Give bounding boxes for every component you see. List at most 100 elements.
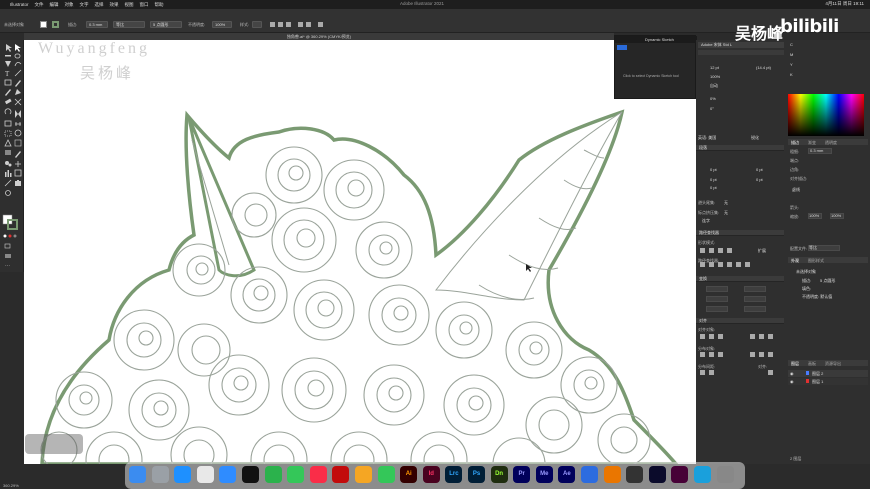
qq-icon[interactable] [242, 466, 259, 483]
lrc-icon[interactable]: Lrc [445, 466, 463, 483]
appearance-panel-tabs[interactable]: 外观 图形样式 [788, 257, 868, 263]
layer-visibility-icon[interactable]: ◉ [790, 379, 794, 384]
layer-row[interactable]: ◉ 图层 1 [788, 378, 868, 385]
menu-object[interactable]: 对象 [65, 2, 74, 8]
menu-edit[interactable]: 编辑 [50, 2, 59, 8]
appearance-opacity-row[interactable]: 不透明度: 默认值 [802, 294, 832, 300]
baseline-field[interactable]: 0% [710, 96, 716, 101]
transform-angle-field[interactable] [706, 306, 728, 312]
blender-icon[interactable] [603, 466, 621, 483]
music-icon[interactable] [309, 466, 327, 483]
hyphenate-checkbox[interactable]: 连字 [702, 218, 710, 224]
transform-panel-header[interactable]: 变换 [696, 276, 784, 282]
tab-gradient[interactable]: 渐变 [808, 140, 816, 146]
paragraph-panel-header[interactable]: 段落 [696, 145, 784, 151]
align-buttons[interactable] [270, 21, 330, 28]
dynamic-sketch-tab[interactable]: Dynamic Sketch [645, 37, 674, 42]
pathfinder-panel-header[interactable]: 路径查找器 [696, 230, 784, 236]
antialias-select[interactable]: 锐化 [751, 135, 759, 141]
opacity-field[interactable]: 100% [212, 21, 232, 28]
facetime-icon[interactable] [377, 466, 395, 483]
layers-panel-tabs[interactable]: 图层 画板 资源导出 [788, 360, 868, 366]
leading-field[interactable]: (14.4 pt) [756, 65, 771, 70]
ae-icon[interactable]: Ae [558, 466, 576, 483]
kinsoku-select[interactable]: 无 [724, 200, 728, 206]
appstore-icon[interactable] [174, 466, 192, 483]
transform-y-field[interactable] [706, 296, 728, 302]
language-select[interactable]: 英语: 美国 [698, 135, 716, 141]
dn-icon[interactable]: Dn [490, 466, 508, 483]
appearance-fill-row[interactable]: 填色: [802, 286, 811, 292]
c4d-icon[interactable] [648, 466, 666, 483]
space-after-field[interactable]: 0 pt [710, 185, 717, 190]
transform-h-field[interactable] [744, 296, 766, 302]
tool-icons[interactable]: T ··· [0, 40, 24, 272]
photos-icon[interactable] [355, 466, 372, 483]
tracking-field[interactable]: 100% [710, 74, 720, 79]
safari-icon[interactable] [219, 466, 237, 483]
menu-type[interactable]: 文字 [80, 2, 89, 8]
tab-transparency[interactable]: 透明度 [825, 140, 837, 146]
menu-window[interactable]: 窗口 [140, 2, 149, 8]
stroke-weight-field[interactable]: 0.3 mm [86, 21, 108, 28]
document-tab[interactable]: 独角兽.ai* @ 360.29% (CMYK/预览) [24, 33, 614, 40]
expand-button[interactable]: 扩展 [758, 248, 766, 254]
ai-icon[interactable]: Ai [400, 466, 418, 483]
stroke-panel-tabs[interactable]: 描边 渐变 透明度 [788, 139, 868, 145]
pr-icon[interactable]: Pr [513, 466, 531, 483]
transform-shear-field[interactable] [744, 306, 766, 312]
font-style-select[interactable] [698, 50, 784, 55]
zoom-level[interactable]: 360.29% [3, 483, 19, 488]
stroke-panel-weight-field[interactable]: 0.3 mm [808, 148, 832, 154]
transform-x-field[interactable] [706, 286, 728, 292]
tab-layers[interactable]: 图层 [791, 361, 799, 367]
stroke-swatch[interactable] [52, 21, 59, 28]
arrow-scale-start-field[interactable]: 100% [808, 213, 822, 219]
menu-app[interactable]: Illustrator [10, 2, 29, 7]
menu-select[interactable]: 选择 [95, 2, 104, 8]
mojikumi-select[interactable]: 无 [724, 210, 728, 216]
tab-asset-export[interactable]: 资源导出 [825, 361, 841, 367]
menu-file[interactable]: 文件 [35, 2, 44, 8]
indent-right-field[interactable]: 0 pt [756, 167, 763, 172]
layer-visibility-icon[interactable]: ◉ [790, 371, 794, 376]
artboard-canvas[interactable] [24, 40, 696, 464]
align-panel-header[interactable]: 对齐 [696, 318, 784, 324]
trash-icon[interactable] [716, 466, 734, 483]
menu-effect[interactable]: 效果 [110, 2, 119, 8]
fill-swatch[interactable] [40, 21, 47, 28]
finder-icon[interactable] [129, 466, 146, 483]
wechat-icon[interactable] [264, 466, 282, 483]
rotation-field[interactable]: 0° [710, 106, 714, 111]
first-line-field[interactable]: 0 pt [756, 177, 763, 182]
menu-view[interactable]: 视图 [125, 2, 134, 8]
variable-width-select[interactable]: 等比 [113, 21, 145, 28]
menu-help[interactable]: 帮助 [155, 2, 164, 8]
brush-select[interactable]: 5 点圆形 [150, 21, 182, 28]
zbrush-icon[interactable] [626, 466, 644, 483]
dashed-line-checkbox[interactable]: 虚线 [792, 187, 800, 193]
tab-appearance[interactable]: 外观 [791, 258, 799, 264]
indent-left-field[interactable]: 0 pt [710, 167, 717, 172]
color-sliders[interactable]: C M Y K [788, 36, 868, 84]
launchpad-icon[interactable] [151, 466, 169, 483]
stroke-profile-select[interactable]: 等比 [808, 245, 840, 251]
me-icon[interactable]: Me [535, 466, 553, 483]
id-icon[interactable]: Id [422, 466, 440, 483]
layer-row[interactable]: ◉ 图层 2 [788, 370, 868, 377]
transform-w-field[interactable] [744, 286, 766, 292]
layer-name[interactable]: 图层 1 [812, 379, 823, 385]
xd-icon[interactable] [671, 466, 689, 483]
messages-icon[interactable] [287, 466, 305, 483]
tab-stroke[interactable]: 描边 [791, 140, 799, 146]
appearance-stroke-value[interactable]: 5 点圆形 [820, 278, 835, 284]
dynamic-sketch-tool-icon[interactable] [617, 45, 627, 50]
vpn-icon[interactable] [581, 466, 598, 483]
color-spectrum[interactable] [788, 94, 864, 136]
style-swatch[interactable] [252, 21, 262, 28]
arrow-scale-end-field[interactable]: 100% [830, 213, 844, 219]
netease-icon[interactable] [332, 466, 350, 483]
tab-artboards[interactable]: 画板 [808, 361, 816, 367]
layer-name[interactable]: 图层 2 [812, 371, 823, 377]
space-before-field[interactable]: 0 pt [710, 177, 717, 182]
